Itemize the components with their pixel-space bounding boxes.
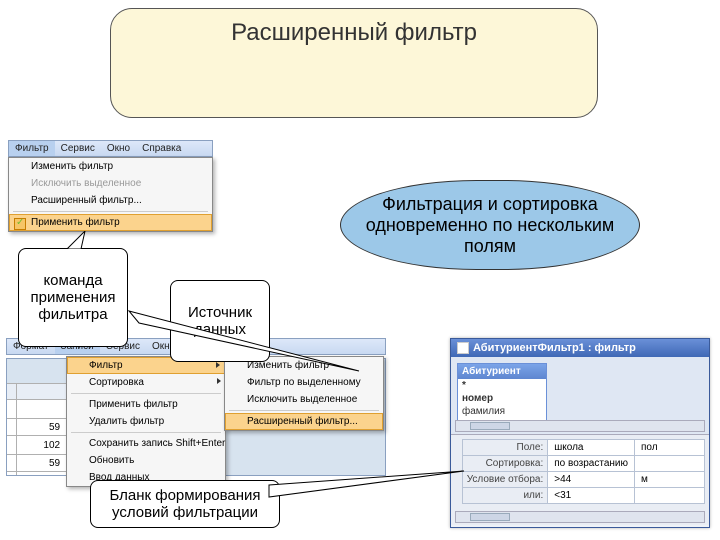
mi-save-record[interactable]: Сохранить запись Shift+Enter xyxy=(67,435,225,452)
callout-tail xyxy=(67,231,97,249)
scrollbar-thumb[interactable] xyxy=(470,422,510,430)
field-number[interactable]: номер xyxy=(458,392,546,405)
cell-crit-2[interactable]: м xyxy=(635,472,705,488)
filter-design-window: АбитуриентФильтр1 : фильтр Абитуриент * … xyxy=(450,338,710,528)
title-bubble: Расширенный фильтр xyxy=(110,8,598,118)
window-icon xyxy=(457,342,469,354)
callout-tail xyxy=(269,471,469,511)
mi-exclude-selection: Исключить выделенное xyxy=(9,175,212,192)
menu-separator xyxy=(13,211,208,212)
horizontal-scrollbar[interactable] xyxy=(455,420,705,432)
cell-field-2[interactable]: пол xyxy=(635,440,705,456)
window-title: АбитуриентФильтр1 : фильтр xyxy=(473,342,636,354)
title-text: Расширенный фильтр xyxy=(231,19,477,46)
filter-source-pane: Абитуриент * номер фамилия дата рожден xyxy=(451,357,709,435)
cell-or-2[interactable] xyxy=(635,488,705,504)
callout-apply-command-text: команда применения фильитра xyxy=(31,272,116,323)
row-label-criteria: Условие отбора: xyxy=(462,472,548,488)
callout-apply-command: команда применения фильитра xyxy=(18,248,128,347)
cell-or-1[interactable]: <31 xyxy=(548,488,635,504)
callout-criteria-form-text: Бланк формирования условий фильтрации xyxy=(109,487,260,521)
row-label-sort: Сортировка: xyxy=(462,456,548,472)
menu-separator xyxy=(71,432,221,433)
mi-refresh[interactable]: Обновить xyxy=(67,452,225,469)
filter-design-grid-pane: Поле: школа пол Сортировка: по возрастан… xyxy=(451,435,709,525)
callout-data-source: Источник данных xyxy=(170,280,270,362)
menu-separator xyxy=(229,410,379,411)
row-label-or: или: xyxy=(462,488,548,504)
scrollbar-thumb[interactable] xyxy=(470,513,510,521)
menu-window[interactable]: Окно xyxy=(101,141,136,156)
description-text: Фильтрация и сортировка одновременно по … xyxy=(361,194,619,257)
filter-design-grid: Поле: школа пол Сортировка: по возрастан… xyxy=(462,439,705,504)
row-label-field: Поле: xyxy=(462,440,548,456)
mi-apply-filter-2[interactable]: Применить фильтр xyxy=(67,396,225,413)
cell-sort-2[interactable] xyxy=(635,456,705,472)
field-star[interactable]: * xyxy=(458,379,546,392)
mi-apply-filter[interactable]: Применить фильтр xyxy=(9,214,212,231)
source-table-name: Абитуриент xyxy=(458,364,546,379)
filter-menu-screenshot: Фильтр Сервис Окно Справка Изменить филь… xyxy=(8,140,213,232)
window-titlebar[interactable]: АбитуриентФильтр1 : фильтр xyxy=(451,339,709,357)
callout-criteria-form: Бланк формирования условий фильтрации xyxy=(90,480,280,528)
mi-advanced-filter[interactable]: Расширенный фильтр... xyxy=(9,192,212,209)
menu-separator xyxy=(71,393,221,394)
cell-sort-1[interactable]: по возрастанию xyxy=(548,456,635,472)
mi-remove-filter[interactable]: Удалить фильтр xyxy=(67,413,225,430)
menu-help[interactable]: Справка xyxy=(136,141,187,156)
mi-advanced-filter-2[interactable]: Расширенный фильтр... xyxy=(225,413,383,430)
mi-exclude-selection-2[interactable]: Исключить выделенное xyxy=(225,391,383,408)
cell-field-1[interactable]: школа xyxy=(548,440,635,456)
horizontal-scrollbar-2[interactable] xyxy=(455,511,705,523)
mi-edit-filter[interactable]: Изменить фильтр xyxy=(9,158,212,175)
menubar: Фильтр Сервис Окно Справка xyxy=(8,140,213,157)
menu-service[interactable]: Сервис xyxy=(55,141,101,156)
mi-apply-filter-label: Применить фильтр xyxy=(31,217,120,228)
check-icon xyxy=(14,218,26,230)
callout-tail xyxy=(129,311,369,391)
menu-filter[interactable]: Фильтр xyxy=(9,141,55,156)
cell-crit-1[interactable]: >44 xyxy=(548,472,635,488)
description-bubble: Фильтрация и сортировка одновременно по … xyxy=(340,180,640,270)
field-surname[interactable]: фамилия xyxy=(458,405,546,418)
filter-dropdown: Изменить фильтр Исключить выделенное Рас… xyxy=(8,157,213,232)
